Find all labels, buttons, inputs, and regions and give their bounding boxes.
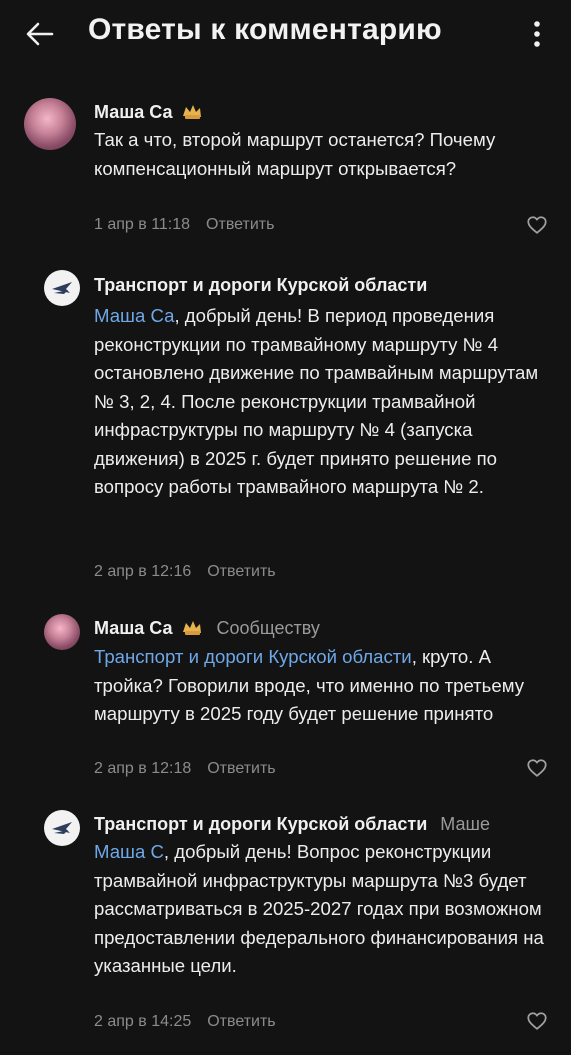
reply-to-label: Сообществу xyxy=(216,618,320,638)
avatar[interactable] xyxy=(44,810,80,846)
reply-button[interactable]: Ответить xyxy=(207,563,275,580)
emoji-icon xyxy=(181,102,203,125)
comment-author[interactable]: Маша Са xyxy=(94,618,172,638)
mention-suffix: , добрый день! xyxy=(174,305,303,326)
comment-meta: 1 апр в 11:18 Ответить xyxy=(94,216,274,234)
transport-logo-icon xyxy=(52,282,72,294)
emoji-icon xyxy=(181,618,203,641)
comment-meta: 2 апр в 12:16 Ответить xyxy=(94,563,276,581)
heart-icon[interactable] xyxy=(526,214,548,236)
comment-date: 2 апр в 12:18 xyxy=(94,760,192,777)
avatar[interactable] xyxy=(24,98,76,150)
more-vertical-icon[interactable] xyxy=(526,18,548,50)
mention-suffix: , круто. xyxy=(411,646,474,667)
heart-icon[interactable] xyxy=(526,1010,548,1032)
top-bar: Ответы к комментарию xyxy=(0,0,571,68)
reply-button[interactable]: Ответить xyxy=(206,216,274,233)
comment-text: Транспорт и дороги Курской области, крут… xyxy=(94,643,554,729)
reply-button[interactable]: Ответить xyxy=(207,1013,275,1030)
reply-to-label: Маше xyxy=(440,814,490,834)
comment-body: В период проведения реконструкции по тра… xyxy=(94,305,539,497)
mention-link[interactable]: Транспорт и дороги Курской области xyxy=(94,646,412,667)
comment-header: Транспорт и дороги Курской области xyxy=(94,274,427,296)
page-title: Ответы к комментарию xyxy=(88,13,442,46)
avatar[interactable] xyxy=(44,614,80,650)
mention-link[interactable]: Маша Са xyxy=(94,305,174,326)
reply-button[interactable]: Ответить xyxy=(207,760,275,777)
arrow-left-icon[interactable] xyxy=(24,18,56,50)
mention-suffix: , добрый день! xyxy=(163,841,292,862)
comment-header: Маша Са xyxy=(94,101,203,125)
comment-meta: 2 апр в 14:25 Ответить xyxy=(94,1013,276,1031)
comment-author[interactable]: Транспорт и дороги Курской области xyxy=(94,814,427,834)
comment-text: Маша С, добрый день! Вопрос реконструкци… xyxy=(94,838,554,981)
mention-link[interactable]: Маша С xyxy=(94,841,164,862)
comment-header: Транспорт и дороги Курской области Маше xyxy=(94,813,490,835)
comment-header: Маша Са Сообществу xyxy=(94,617,320,641)
comment-date: 2 апр в 14:25 xyxy=(94,1013,192,1030)
comment-date: 1 апр в 11:18 xyxy=(94,216,191,233)
comment-author[interactable]: Транспорт и дороги Курской области xyxy=(94,275,427,295)
comment-text: Так а что, второй маршрут останется? Поч… xyxy=(94,129,496,179)
comment-date: 2 апр в 12:16 xyxy=(94,563,192,580)
comment-meta: 2 апр в 12:18 Ответить xyxy=(94,760,276,778)
comment-author[interactable]: Маша Са xyxy=(94,102,172,122)
avatar[interactable] xyxy=(44,270,80,306)
transport-logo-icon xyxy=(52,822,72,834)
heart-icon[interactable] xyxy=(526,757,548,779)
comment-text: Маша Са, добрый день! В период проведени… xyxy=(94,302,554,502)
